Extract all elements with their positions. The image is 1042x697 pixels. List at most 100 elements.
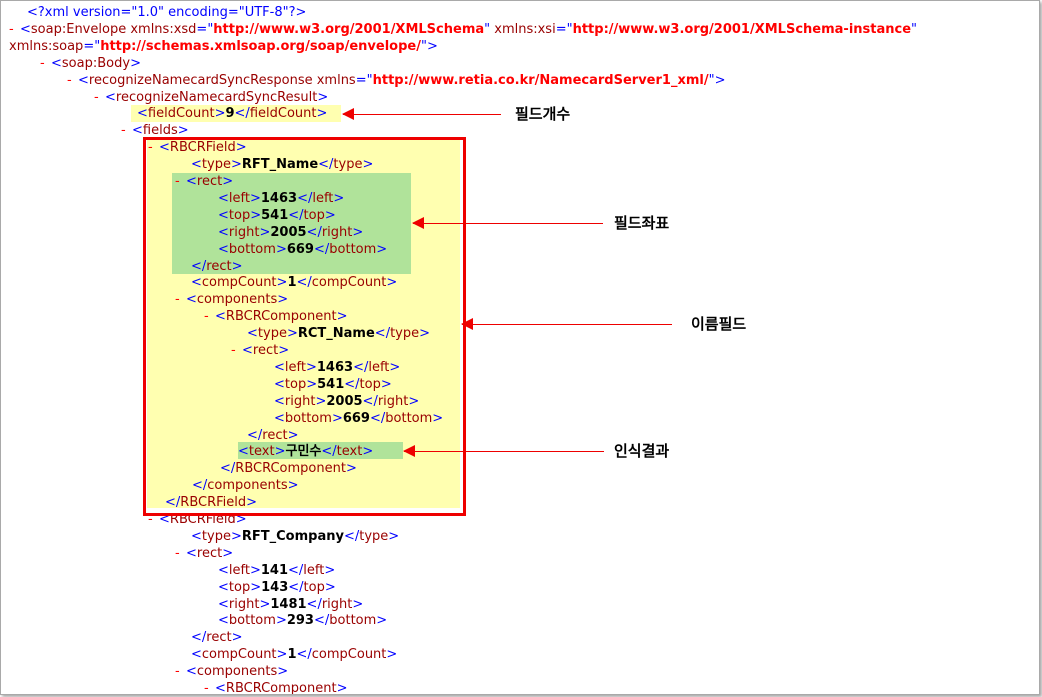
xml-line: <top>143</top>	[218, 579, 336, 596]
recognition-result-arrow	[403, 445, 604, 457]
xml-tag-name: top	[228, 579, 251, 595]
xml-tag-name: soap:Envelope	[30, 21, 127, 37]
xml-markup: >	[249, 562, 261, 578]
collapse-toggle[interactable]: -	[175, 663, 186, 680]
collapse-toggle[interactable]: -	[204, 680, 215, 694]
xml-text-value: 293	[286, 613, 314, 629]
xml-markup: >	[352, 596, 364, 612]
xml-line: <?xml version="1.0" encoding="UTF-8"?>	[27, 4, 306, 21]
xml-attr-name: xmlns:xsd	[126, 21, 197, 37]
collapse-toggle[interactable]: -	[121, 122, 132, 139]
xml-line: <bottom>293</bottom>	[218, 612, 387, 629]
xml-markup: ="	[83, 38, 101, 54]
xml-markup: </	[343, 528, 360, 544]
xml-markup: >	[130, 55, 141, 71]
xml-tag-name: compCount	[201, 647, 277, 663]
collapse-toggle[interactable]: -	[175, 545, 186, 562]
xml-markup: >	[250, 579, 262, 595]
xml-attr-value: http://www.w3.org/2001/XMLSchema	[213, 21, 485, 37]
xml-tag-name: type	[359, 528, 389, 544]
xml-markup: >	[230, 528, 242, 544]
xml-line: <type>RFT_Company</type>	[191, 528, 399, 545]
xml-attr-name: xmlns:soap	[9, 38, 84, 54]
xml-markup: <	[51, 55, 62, 71]
xml-attr-value: http://schemas.xmlsoap.org/soap/envelope…	[100, 38, 421, 54]
xml-text-value: 141	[260, 562, 289, 578]
xml-line: </rect>	[191, 629, 243, 646]
collapse-toggle[interactable]: -	[67, 72, 78, 89]
name-field-callout: 이름필드	[691, 315, 747, 333]
xml-tag-name: right	[321, 596, 353, 612]
xml-markup: </	[191, 630, 207, 646]
xml-line: xmlns:soap="http://schemas.xmlsoap.org/s…	[9, 38, 438, 55]
xml-tag-name: bottom	[329, 613, 377, 629]
xml-tag-name: recognizeNamecardSyncResult	[115, 89, 318, 105]
xml-markup: >	[214, 106, 226, 122]
xml-markup: ="	[196, 21, 214, 37]
xml-markup: >	[276, 647, 288, 663]
xml-markup: >	[386, 647, 398, 663]
xml-markup: </	[313, 613, 330, 629]
collapse-toggle[interactable]: -	[94, 89, 105, 106]
field-coords-arrow	[412, 217, 603, 229]
xml-markup: >	[222, 545, 234, 561]
xml-markup: <	[186, 545, 197, 561]
xml-text-value: 1481	[270, 596, 307, 612]
xml-markup: <?xml version="1.0" encoding="UTF-8"?>	[27, 5, 307, 20]
xml-tag-name: top	[303, 579, 325, 595]
collapse-toggle[interactable]: -	[40, 55, 51, 72]
xml-markup: >	[336, 681, 348, 695]
name-field-arrow	[461, 318, 672, 330]
xml-tag-name: compCount	[311, 647, 387, 663]
xml-markup: >	[259, 596, 271, 612]
xml-tag-name: fieldCount	[249, 106, 317, 122]
xml-line: <left>141</left>	[218, 562, 335, 579]
xml-tag-name: right	[228, 596, 260, 612]
xml-tag-name: bottom	[228, 613, 276, 629]
xml-line: - <recognizeNamecardSyncResponse xmlns="h…	[67, 72, 725, 89]
xml-tag-name: soap:Body	[61, 55, 131, 71]
xml-line: <compCount>1</compCount>	[191, 646, 397, 663]
xml-tag-name: recognizeNamecardSyncResponse	[88, 72, 313, 88]
xml-text-value: 143	[261, 579, 289, 595]
xml-markup: <	[132, 123, 143, 139]
xml-markup: <	[218, 562, 229, 578]
collapse-toggle[interactable]: -	[9, 21, 20, 38]
xml-markup: </	[288, 579, 304, 595]
xml-viewer: <?xml version="1.0" encoding="UTF-8"?> - <…	[0, 0, 1040, 695]
xml-markup: </	[306, 596, 322, 612]
xml-tag-name: left	[228, 562, 250, 578]
xml-markup: <	[218, 596, 229, 612]
xml-line: - <soap:Body>	[40, 55, 141, 72]
xml-markup: <	[191, 647, 202, 663]
xml-tag-name: components	[196, 664, 278, 680]
xml-markup: <	[105, 89, 116, 105]
xml-markup: ="	[355, 72, 373, 88]
xml-tag-name: fieldCount	[147, 106, 215, 122]
xml-attr-value: http://www.w3.org/2001/XMLSchema-instanc…	[572, 21, 912, 37]
xml-markup: ">	[708, 72, 726, 88]
xml-markup: <	[191, 528, 202, 544]
xml-tag-name: left	[303, 562, 325, 578]
xml-tag-name: rect	[196, 545, 223, 561]
xml-markup: >	[277, 664, 289, 680]
field-count-arrow	[342, 108, 501, 120]
xml-attr-name: xmlns:xsi	[490, 21, 556, 37]
xml-markup: </	[234, 106, 250, 122]
xml-markup: >	[324, 579, 336, 595]
xml-markup: >	[275, 613, 287, 629]
xml-line: - <rect>	[175, 545, 233, 562]
xml-markup: ="	[555, 21, 573, 37]
xml-markup: >	[231, 630, 243, 646]
xml-line: - <RBCRComponent>	[204, 680, 348, 695]
xml-markup: <	[137, 106, 148, 122]
xml-markup: </	[296, 647, 312, 663]
xml-line: - <recognizeNamecardSyncResult>	[94, 89, 328, 106]
xml-text-value: 9	[225, 106, 235, 122]
xml-tag-name: rect	[206, 630, 232, 646]
recognition-result-callout: 인식결과	[614, 442, 670, 460]
xml-attr-name: xmlns	[312, 72, 356, 88]
xml-line: <fieldCount>9</fieldCount>	[137, 105, 327, 122]
xml-markup: <	[186, 664, 197, 680]
xml-markup: <	[20, 21, 31, 37]
